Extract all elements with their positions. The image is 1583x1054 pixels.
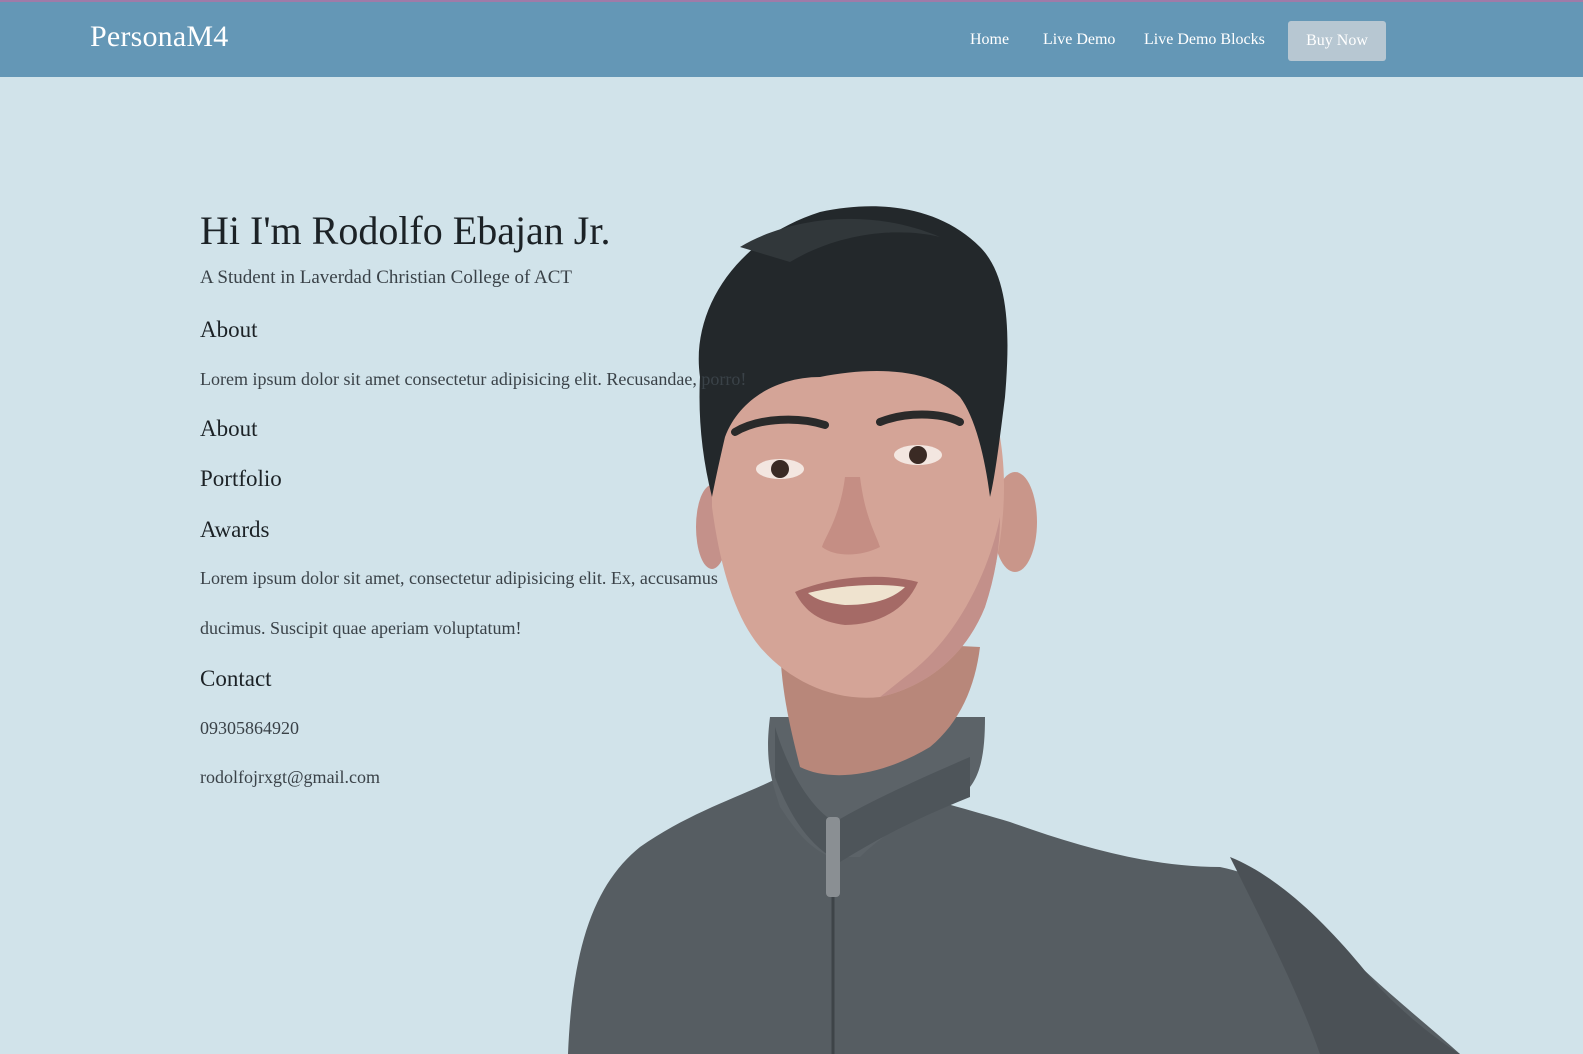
hero-section: Hi I'm Rodolfo Ebajan Jr. A Student in L…: [0, 77, 1583, 1054]
contact-heading: Contact: [200, 666, 272, 691]
top-navbar: PersonaM4 Home Live Demo Live Demo Block…: [0, 0, 1583, 77]
about-heading-secondary: About: [200, 416, 258, 441]
hero-title: Hi I'm Rodolfo Ebajan Jr.: [200, 208, 611, 253]
awards-text-line-1: Lorem ipsum dolor sit amet, consectetur …: [200, 568, 718, 588]
buy-now-button[interactable]: Buy Now: [1288, 21, 1386, 61]
portfolio-heading: Portfolio: [200, 466, 282, 491]
nav-link-home[interactable]: Home: [970, 31, 1009, 49]
nav-link-live-demo-blocks[interactable]: Live Demo Blocks: [1144, 31, 1265, 49]
contact-phone[interactable]: 09305864920: [200, 718, 299, 739]
hero-subtitle: A Student in Laverdad Christian College …: [200, 267, 573, 288]
about-heading: About: [200, 317, 258, 342]
awards-heading: Awards: [200, 517, 270, 542]
contact-email[interactable]: rodolfojrxgt@gmail.com: [200, 767, 380, 788]
about-text: Lorem ipsum dolor sit amet consectetur a…: [200, 369, 747, 389]
awards-text-line-2: ducimus. Suscipit quae aperiam voluptatu…: [200, 618, 522, 638]
nav-link-live-demo[interactable]: Live Demo: [1043, 31, 1115, 49]
